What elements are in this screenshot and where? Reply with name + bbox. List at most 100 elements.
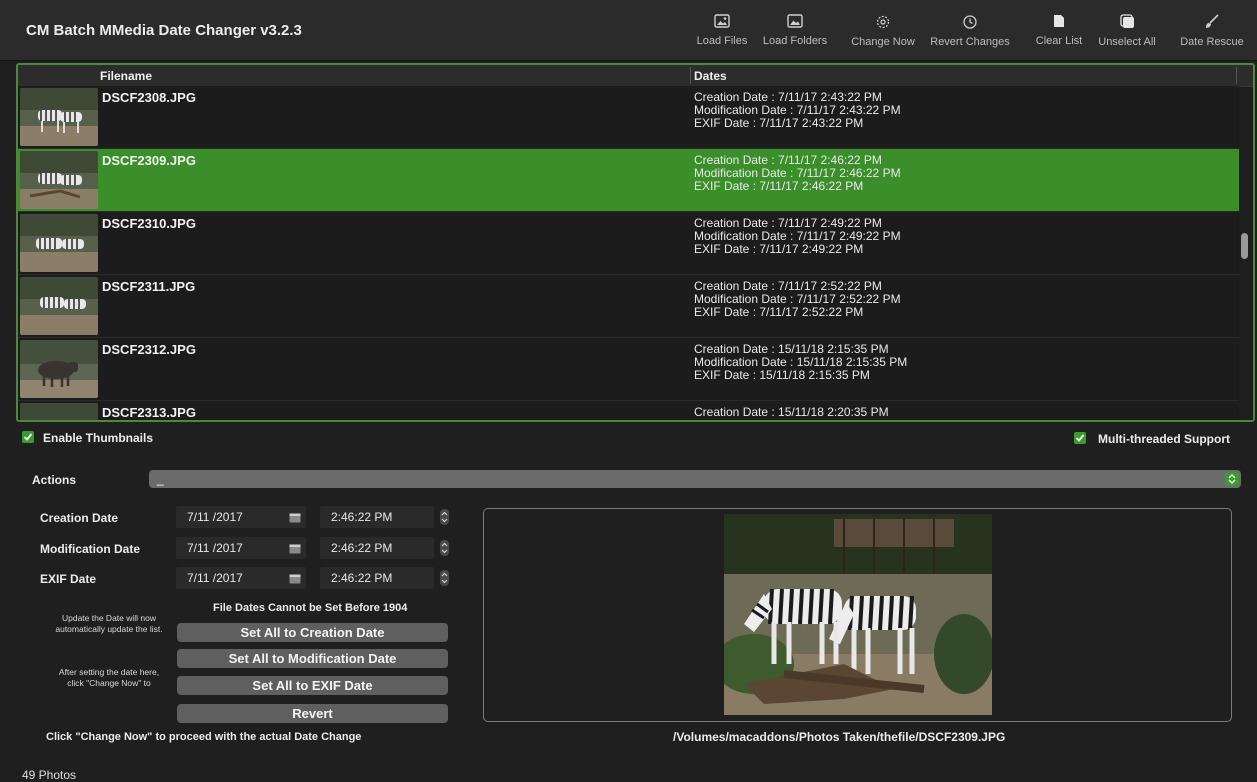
creation-time-stepper-icon[interactable] — [440, 509, 449, 525]
dropdown-arrows-icon — [1225, 472, 1239, 486]
clear-list-label: Clear List — [1035, 35, 1083, 47]
dates-cell: Creation Date : 15/11/18 2:15:35 PM Modi… — [694, 343, 907, 382]
preview-image — [724, 514, 992, 715]
list-row[interactable]: DSCF2313.JPG Creation Date : 15/11/18 2:… — [18, 401, 1239, 420]
exif-date-label: EXIF Date — [40, 572, 97, 586]
scrollbar-thumb[interactable] — [1241, 233, 1248, 259]
creation-time-value: 2:46:22 PM — [331, 510, 393, 524]
filename: DSCF2309.JPG — [102, 153, 196, 168]
list-scrollbar[interactable] — [1241, 86, 1249, 418]
file-list[interactable]: Filename Dates DSCF2308.JPG Creation Dat… — [16, 63, 1255, 422]
stacked-squares-icon — [1119, 14, 1134, 28]
list-header: Filename Dates — [18, 65, 1253, 87]
exif-date-field[interactable]: 7/11 /2017 — [176, 567, 306, 589]
filename: DSCF2312.JPG — [102, 342, 196, 357]
dates-cell: Creation Date : 7/11/17 2:49:22 PM Modif… — [694, 217, 901, 256]
revert-button[interactable]: Revert — [177, 704, 448, 723]
modification-date-label: Modification Date — [40, 542, 141, 556]
dates-cell: Creation Date : 7/11/17 2:52:22 PM Modif… — [694, 280, 901, 319]
filename: DSCF2311.JPG — [102, 279, 196, 294]
dates-cell: Creation Date : 7/11/17 2:46:22 PM Modif… — [694, 154, 901, 193]
date-rescue-button[interactable]: Date Rescue — [1180, 14, 1244, 56]
exif-date-text: EXIF Date : 7/11/17 2:46:22 PM — [694, 179, 864, 193]
actions-value: _ — [157, 472, 164, 486]
creation-date-value: 7/11 /2017 — [187, 510, 243, 524]
title-bar: CM Batch MMedia Date Changer v3.2.3 Load… — [0, 0, 1257, 61]
creation-date-field[interactable]: 7/11 /2017 — [176, 506, 306, 528]
modification-date-value: 7/11 /2017 — [187, 541, 243, 555]
thumbnail-image — [20, 151, 98, 209]
exif-date-text: EXIF Date : 15/11/18 2:15:35 PM — [694, 368, 870, 382]
modification-time-value: 2:46:22 PM — [331, 541, 393, 555]
change-now-note: After setting the date here, click "Chan… — [58, 667, 160, 688]
load-files-button[interactable]: Load Files — [696, 14, 748, 56]
preview-file-path: /Volumes/macaddons/Photos Taken/thefile/… — [673, 730, 1006, 744]
dates-cell: Creation Date : 7/11/17 2:43:22 PM Modif… — [694, 91, 901, 130]
set-all-modification-button[interactable]: Set All to Modification Date — [177, 649, 448, 668]
change-now-label: Change Now — [851, 36, 915, 48]
thumbnail-image — [20, 214, 98, 272]
list-row-selected[interactable]: DSCF2309.JPG Creation Date : 7/11/17 2:4… — [18, 149, 1239, 212]
exif-time-stepper-icon[interactable] — [440, 570, 449, 586]
unselect-all-button[interactable]: Unselect All — [1095, 14, 1159, 56]
revert-changes-label: Revert Changes — [930, 36, 1010, 48]
filename: DSCF2313.JPG — [102, 405, 196, 420]
creation-time-field[interactable]: 2:46:22 PM — [320, 506, 434, 528]
calendar-icon[interactable] — [289, 573, 301, 584]
list-row[interactable]: DSCF2310.JPG Creation Date : 7/11/17 2:4… — [18, 212, 1239, 275]
clear-list-button[interactable]: Clear List — [1032, 14, 1086, 56]
image-preview-panel — [483, 508, 1232, 722]
checkmark-icon — [23, 433, 33, 441]
photo-count: 49 Photos — [22, 768, 77, 782]
calendar-icon[interactable] — [289, 543, 301, 554]
column-divider[interactable] — [1236, 67, 1237, 84]
exif-date-value: 7/11 /2017 — [187, 571, 243, 585]
enable-thumbnails-checkbox[interactable] — [22, 431, 34, 443]
change-now-button[interactable]: Change Now — [849, 14, 917, 56]
column-filename[interactable]: Filename — [100, 69, 152, 83]
checkmark-icon — [1075, 434, 1085, 442]
brush-icon — [1206, 14, 1219, 28]
enable-thumbnails-label[interactable]: Enable Thumbnails — [43, 431, 153, 445]
unselect-all-label: Unselect All — [1098, 36, 1156, 48]
modification-time-stepper-icon[interactable] — [440, 540, 449, 556]
app-title: CM Batch MMedia Date Changer v3.2.3 — [26, 22, 302, 39]
creation-date-text: Creation Date : 15/11/18 2:20:35 PM — [694, 405, 889, 419]
refresh-clock-icon — [876, 15, 890, 29]
creation-date-label: Creation Date — [40, 511, 119, 525]
thumbnail-image — [20, 340, 98, 398]
images-folder-icon — [787, 14, 803, 28]
set-all-exif-button[interactable]: Set All to EXIF Date — [177, 676, 448, 695]
image-icon — [714, 14, 730, 28]
exif-date-text: EXIF Date : 7/11/17 2:43:22 PM — [694, 116, 864, 130]
thumbnail-image — [20, 403, 98, 420]
load-folders-label: Load Folders — [762, 35, 828, 47]
list-row[interactable]: DSCF2308.JPG Creation Date : 7/11/17 2:4… — [18, 86, 1239, 149]
auto-update-note: Update the Date will now automatically u… — [55, 613, 163, 634]
list-row[interactable]: DSCF2312.JPG Creation Date : 15/11/18 2:… — [18, 338, 1239, 401]
modification-time-field[interactable]: 2:46:22 PM — [320, 537, 434, 559]
multithreaded-checkbox[interactable] — [1074, 432, 1086, 444]
column-divider[interactable] — [690, 67, 691, 84]
date-warning: File Dates Cannot be Set Before 1904 — [213, 602, 408, 614]
history-icon — [963, 15, 977, 29]
thumbnail-image — [20, 277, 98, 335]
modification-date-field[interactable]: 7/11 /2017 — [176, 537, 306, 559]
filename: DSCF2310.JPG — [102, 216, 196, 231]
calendar-icon[interactable] — [289, 512, 301, 523]
exif-time-value: 2:46:22 PM — [331, 571, 393, 585]
multithreaded-label[interactable]: Multi-threaded Support — [1098, 432, 1230, 446]
actions-label: Actions — [32, 473, 77, 487]
exif-time-field[interactable]: 2:46:22 PM — [320, 567, 434, 589]
dates-cell: Creation Date : 15/11/18 2:20:35 PM — [694, 406, 889, 419]
list-row[interactable]: DSCF2311.JPG Creation Date : 7/11/17 2:5… — [18, 275, 1239, 338]
actions-dropdown[interactable]: _ — [149, 470, 1241, 488]
set-all-creation-button[interactable]: Set All to Creation Date — [177, 623, 448, 642]
date-rescue-label: Date Rescue — [1180, 36, 1244, 48]
thumbnail-image — [20, 88, 98, 146]
document-icon — [1054, 15, 1064, 27]
load-folders-button[interactable]: Load Folders — [760, 14, 830, 56]
column-dates[interactable]: Dates — [694, 69, 727, 83]
exif-date-text: EXIF Date : 7/11/17 2:52:22 PM — [694, 305, 864, 319]
revert-changes-button[interactable]: Revert Changes — [928, 14, 1012, 56]
